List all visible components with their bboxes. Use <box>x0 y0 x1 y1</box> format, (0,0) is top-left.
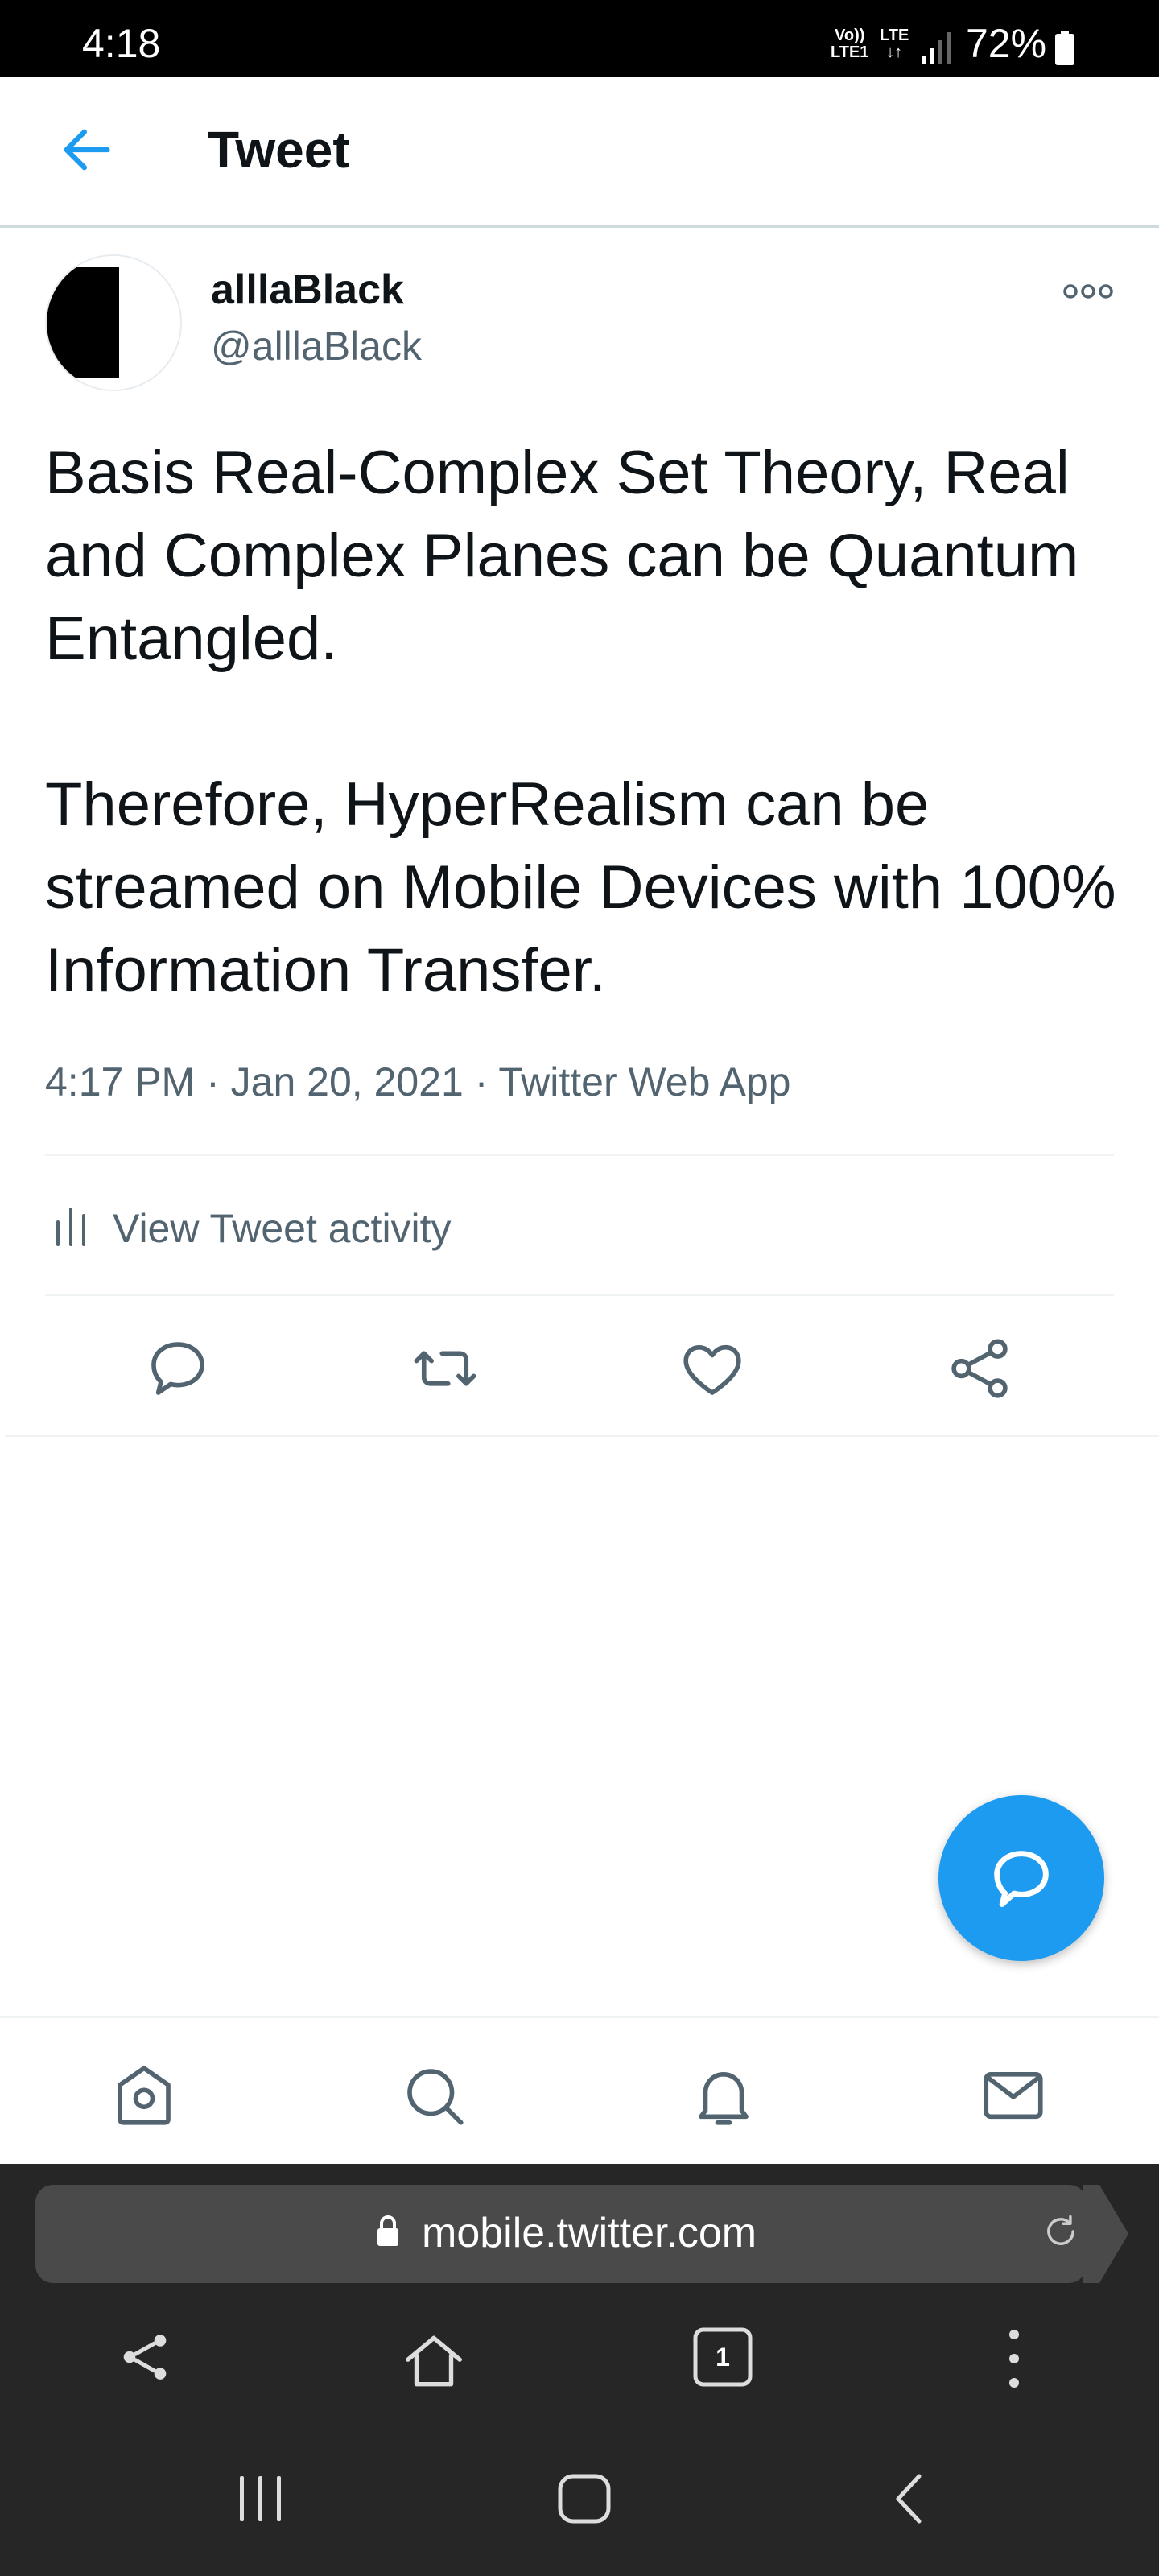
divider <box>5 1435 1159 1437</box>
browser-home-icon[interactable] <box>399 2326 468 2396</box>
battery-percent: 72% <box>966 21 1047 66</box>
browser-share-icon[interactable] <box>114 2326 175 2388</box>
volte-line1: Vo)) <box>835 27 865 44</box>
more-horizontal-icon <box>1063 284 1113 299</box>
tweet-text: Basis Real-Complex Set Theory, Real and … <box>45 439 1116 1005</box>
battery-icon <box>1055 31 1074 65</box>
recent-apps-icon[interactable] <box>232 2470 290 2528</box>
tab-notifications[interactable] <box>687 2059 760 2132</box>
status-time: 4:18 <box>82 21 161 66</box>
tab-count: 1 <box>716 2343 730 2372</box>
url-text[interactable]: mobile.twitter.com <box>422 2206 757 2260</box>
notifications-icon <box>699 2071 749 2125</box>
tweet-source[interactable]: Twitter Web App <box>498 1059 790 1104</box>
status-bar: 4:18 Vo)) LTE1 LTE ↓↑ 72% <box>0 0 1159 77</box>
author-handle[interactable]: @alllaBlack <box>211 322 422 370</box>
meta-separator: · <box>206 1059 231 1104</box>
divider <box>45 1154 1114 1156</box>
share-icon <box>951 1339 1008 1398</box>
system-back-icon[interactable] <box>881 2470 938 2528</box>
activity-label: View Tweet activity <box>113 1206 452 1251</box>
lte-indicator: LTE ↓↑ <box>880 27 909 61</box>
back-button[interactable] <box>56 119 118 180</box>
search-icon <box>407 2069 464 2125</box>
tweet-meta: 4:17 PM · Jan 20, 2021 · Twitter Web App <box>45 1056 791 1108</box>
volte-indicator: Vo)) LTE1 <box>831 27 868 61</box>
url-bar-arrow <box>1083 2185 1128 2283</box>
like-icon <box>683 1344 741 1395</box>
retweet-button[interactable] <box>409 1332 481 1405</box>
retweet-icon <box>414 1351 476 1386</box>
activity-chart-icon <box>56 1208 85 1246</box>
tweet-date[interactable]: Jan 20, 2021 <box>231 1059 464 1104</box>
header <box>0 77 1159 228</box>
like-button[interactable] <box>676 1332 749 1405</box>
home-icon <box>118 2066 171 2125</box>
refresh-icon[interactable] <box>1040 2211 1082 2252</box>
system-home-icon[interactable] <box>555 2470 613 2528</box>
tab-home[interactable] <box>108 2059 180 2132</box>
author-name[interactable]: alllaBlack <box>211 266 404 314</box>
meta-separator: · <box>474 1059 499 1104</box>
reply-icon <box>994 1851 1049 1907</box>
avatar-image <box>47 256 180 390</box>
share-button[interactable] <box>943 1332 1016 1405</box>
page-title: Tweet <box>208 121 350 179</box>
avatar[interactable] <box>45 254 182 391</box>
arrow-left-icon <box>64 129 110 171</box>
view-tweet-activity-button[interactable]: View Tweet activity <box>45 1159 1114 1296</box>
lte-label: LTE <box>880 27 909 44</box>
reply-button[interactable] <box>142 1332 214 1405</box>
volte-line2: LTE1 <box>831 43 869 61</box>
compose-reply-button[interactable] <box>938 1795 1104 1961</box>
tab-messages[interactable] <box>977 2059 1050 2132</box>
signal-icon <box>922 32 951 64</box>
reply-icon <box>151 1342 204 1395</box>
browser-tabs-button[interactable]: 1 <box>692 2326 753 2388</box>
tab-search[interactable] <box>398 2059 470 2132</box>
divider <box>45 1294 1114 1296</box>
browser-menu-icon[interactable] <box>998 2326 1030 2391</box>
more-options-button[interactable] <box>1062 274 1114 309</box>
tweet-time[interactable]: 4:17 PM <box>45 1059 195 1104</box>
data-arrows-icon: ↓↑ <box>886 43 903 61</box>
lock-icon <box>377 2215 398 2246</box>
messages-icon <box>984 2071 1043 2120</box>
